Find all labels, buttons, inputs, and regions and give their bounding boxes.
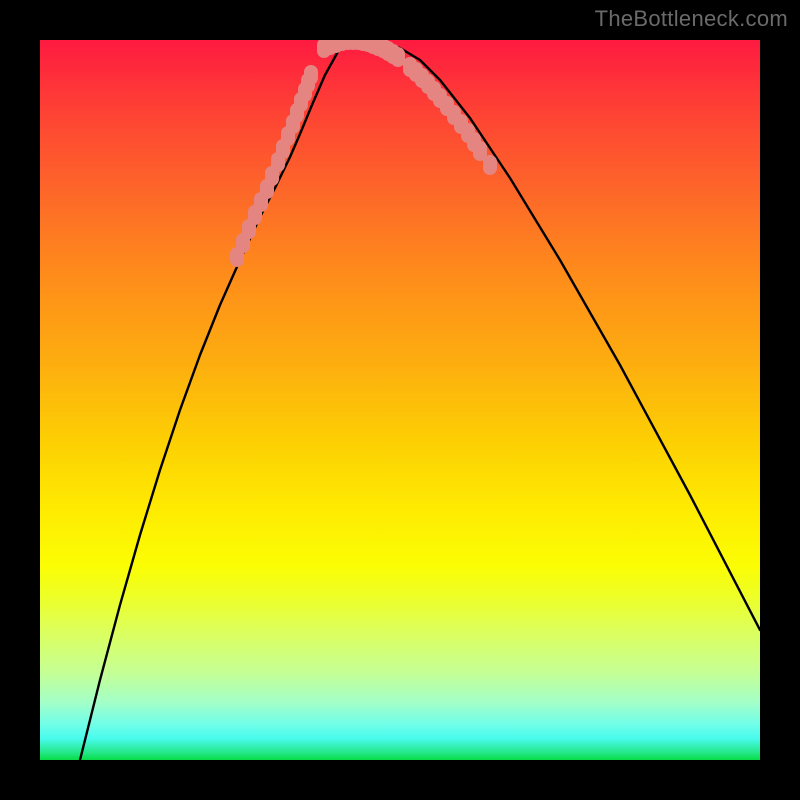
chart-svg	[40, 40, 760, 760]
marker-pill	[483, 155, 497, 175]
marker-pill	[391, 47, 405, 67]
v-curve-path	[80, 40, 760, 760]
right-marker-cluster	[403, 57, 497, 175]
marker-pill	[304, 65, 318, 85]
plot-area	[40, 40, 760, 760]
left-marker-cluster	[230, 65, 318, 267]
valley-marker-cluster	[317, 40, 405, 67]
chart-frame: TheBottleneck.com	[0, 0, 800, 800]
watermark-text: TheBottleneck.com	[595, 6, 788, 32]
